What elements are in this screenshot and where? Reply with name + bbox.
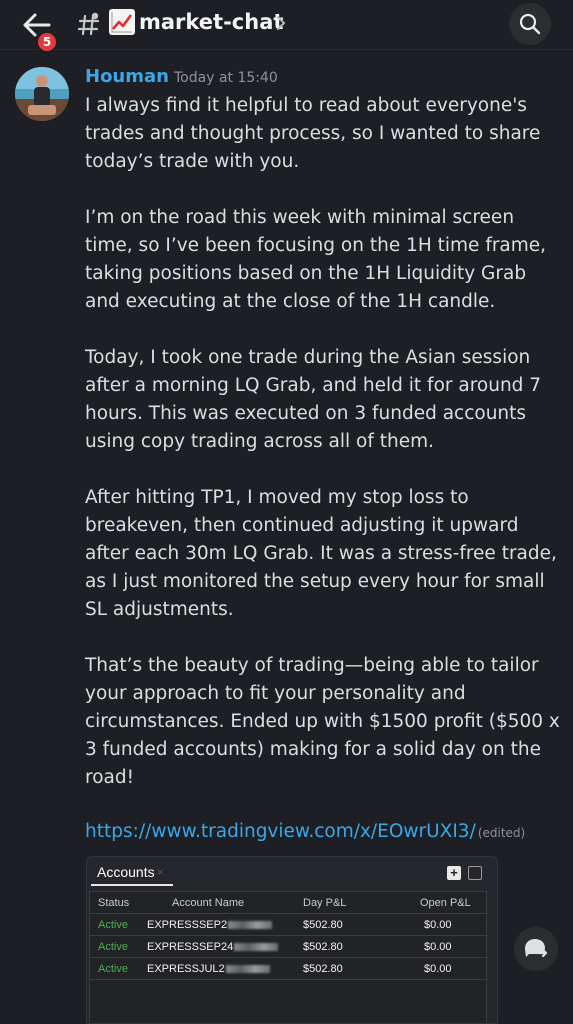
close-icon: × [157,865,165,879]
accounts-table: Status Account Name Day P&L Open P&L Act… [89,891,488,1023]
reply-thread-icon [525,939,548,958]
reply-thread-button[interactable] [514,927,558,971]
day-pnl-cell: $502.80 [303,919,343,931]
message-paragraph: I always find it helpful to read about e… [85,95,541,172]
status-cell: Active [98,941,128,953]
accounts-tabbar: Accounts × + [87,857,497,887]
account-name-cell: EXPRESSSEP24 [147,941,279,953]
unread-badge: 5 [36,31,58,53]
account-name-cell: EXPRESSSEP2 [147,919,273,931]
table-row: Active EXPRESSSEP2 $502.80 $0.00 [90,914,488,936]
open-pnl-cell: $0.00 [424,919,452,931]
channel-header: 5 market-chat [0,0,573,53]
hash-icon [78,12,100,36]
redacted-block [225,965,270,973]
link-line: https://www.tradingview.com/x/EOwrUXI3/(… [85,821,525,842]
message-author[interactable]: Houman [85,66,169,87]
status-cell: Active [98,963,128,975]
channel-name[interactable]: market-chat [139,10,283,34]
edited-label: (edited) [477,826,526,840]
table-row: Active EXPRESSSEP24 $502.80 $0.00 [90,936,488,958]
column-header: Status [98,897,130,909]
account-name-text: EXPRESSSEP2 [147,919,228,931]
add-icon: + [447,866,461,880]
message-paragraph: I’m on the road this week with minimal s… [85,207,547,312]
chart-increasing-emoji [109,9,135,35]
chevron-right-icon[interactable] [276,14,286,32]
message-content: I always find it helpful to read about e… [85,92,565,792]
account-name-text: EXPRESSSEP24 [147,941,234,953]
column-header: Open P&L [420,897,471,909]
message-paragraph: That’s the beauty of trading—being able … [85,655,560,788]
search-button[interactable] [509,3,551,45]
status-cell: Active [98,919,128,931]
account-name-cell: EXPRESSJUL2 [147,963,270,975]
search-icon [519,13,541,35]
message-paragraph: Today, I took one trade during the Asian… [85,347,542,452]
table-row: Active EXPRESSJUL2 $502.80 $0.00 [90,958,488,980]
redacted-block [228,921,273,929]
tab-underline [91,884,173,886]
tradingview-link[interactable]: https://www.tradingview.com/x/EOwrUXI3/ [85,821,476,842]
day-pnl-cell: $502.80 [303,963,343,975]
avatar[interactable] [15,67,69,121]
maximize-icon [468,866,482,880]
table-header: Status Account Name Day P&L Open P&L [90,892,488,914]
column-header: Day P&L [303,897,347,909]
message-timestamp: Today at 15:40 [174,70,278,86]
open-pnl-cell: $0.00 [424,941,452,953]
day-pnl-cell: $502.80 [303,941,343,953]
tab-accounts: Accounts [97,864,155,880]
redacted-block [234,943,279,951]
column-header: Account Name [172,897,245,909]
account-name-text: EXPRESSJUL2 [147,963,225,975]
attached-screenshot[interactable]: Accounts × + Status Account Name Day P&L… [86,856,498,1024]
message-paragraph: After hitting TP1, I moved my stop loss … [85,487,557,620]
open-pnl-cell: $0.00 [424,963,452,975]
